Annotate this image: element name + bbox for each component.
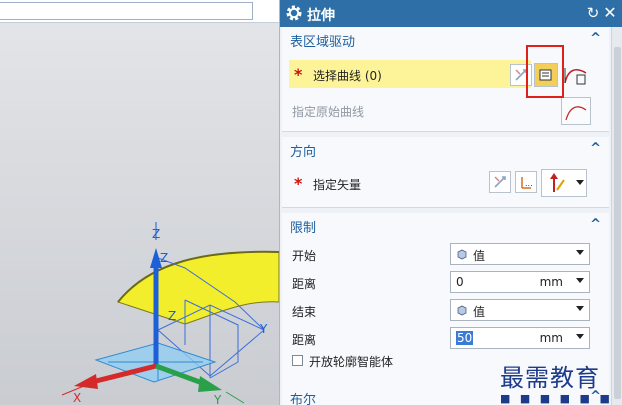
open-profile-label: 开放轮廓智能体 bbox=[309, 355, 394, 369]
graphics-viewport[interactable]: Z Z Y Z X Y bbox=[0, 0, 279, 405]
viewport-input-strip bbox=[0, 2, 253, 20]
gear-icon[interactable] bbox=[285, 4, 303, 22]
end-distance-value: 50 bbox=[456, 331, 474, 345]
dialog-title-bar: 拉伸 ↻ ✕ bbox=[280, 0, 622, 27]
value-icon bbox=[457, 249, 467, 260]
reset-icon[interactable]: ↻ bbox=[585, 4, 601, 22]
close-icon[interactable]: ✕ bbox=[602, 3, 618, 22]
watermark-text: 最需教育 bbox=[500, 364, 600, 392]
end-distance-unit: mm bbox=[539, 331, 563, 345]
x-axis-arrow bbox=[74, 374, 98, 389]
end-distance-input[interactable]: 50 mm bbox=[450, 327, 590, 349]
required-marker: * bbox=[294, 65, 303, 84]
original-curve-icon[interactable] bbox=[561, 97, 591, 125]
viewport-top-bar bbox=[0, 0, 279, 23]
y-axis-arrow bbox=[198, 376, 222, 392]
start-distance-value: 0 bbox=[456, 275, 464, 289]
section-header[interactable]: 方向 ^ bbox=[282, 137, 609, 162]
section-title: 方向 bbox=[290, 145, 317, 160]
scrollbar-thumb[interactable] bbox=[614, 47, 621, 399]
z-label-near: Z bbox=[168, 309, 176, 323]
section-title: 限制 bbox=[290, 221, 317, 236]
start-select[interactable]: 值 bbox=[450, 243, 590, 265]
section-direction: 方向 ^ * 指定矢量 ... bbox=[282, 137, 609, 208]
z-label-mid: Z bbox=[160, 251, 168, 265]
extrude-dialog: 拉伸 ↻ ✕ 表区域驱动 ^ * 选择曲线 (0) 指定原始曲线 方向 ^ * … bbox=[279, 0, 622, 405]
dialog-title: 拉伸 bbox=[307, 8, 335, 24]
y-label-right: Y bbox=[259, 322, 268, 336]
svg-text:...: ... bbox=[525, 179, 533, 188]
dialog-scrollbar[interactable] bbox=[611, 27, 622, 405]
start-label: 开始 bbox=[292, 249, 317, 263]
section-title: 布尔 bbox=[290, 393, 317, 405]
y-label-bottom: Y bbox=[213, 393, 222, 405]
start-distance-input[interactable]: 0 mm bbox=[450, 271, 590, 293]
curve-section-icon[interactable] bbox=[562, 63, 590, 87]
reverse-direction-icon[interactable] bbox=[489, 171, 511, 193]
chevron-down-icon[interactable] bbox=[576, 334, 584, 339]
open-profile-checkbox[interactable] bbox=[292, 355, 303, 366]
z-label-top: Z bbox=[152, 227, 160, 241]
required-marker: * bbox=[294, 174, 303, 193]
end-select[interactable]: 值 bbox=[450, 299, 590, 321]
distance-label: 距离 bbox=[292, 277, 317, 291]
extruded-surface bbox=[117, 251, 279, 325]
distance-label: 距离 bbox=[292, 333, 317, 347]
start-distance-unit: mm bbox=[539, 275, 563, 289]
inferred-vector-dropdown[interactable] bbox=[541, 169, 587, 197]
specify-vector-label: 指定矢量 bbox=[313, 178, 362, 192]
chevron-down-icon bbox=[576, 306, 584, 311]
chevron-down-icon bbox=[576, 250, 584, 255]
section-header[interactable]: 限制 ^ bbox=[282, 213, 609, 238]
vector-dialog-icon[interactable]: ... bbox=[515, 171, 537, 193]
scene-canvas[interactable]: Z Z Y Z X Y bbox=[0, 22, 279, 405]
end-label: 结束 bbox=[292, 305, 317, 319]
watermark-subtext: ■ ■ ■ ■ ■ ■ ■ bbox=[500, 392, 613, 405]
chevron-down-icon[interactable] bbox=[576, 278, 584, 283]
collapse-icon[interactable]: ^ bbox=[590, 31, 601, 46]
highlight-box bbox=[526, 45, 564, 98]
value-icon bbox=[457, 305, 467, 316]
specify-original-curve-label: 指定原始曲线 bbox=[292, 105, 365, 119]
collapse-icon[interactable]: ^ bbox=[590, 217, 601, 232]
collapse-icon[interactable]: ^ bbox=[590, 141, 601, 156]
end-select-value: 值 bbox=[473, 305, 486, 319]
section-title: 表区域驱动 bbox=[290, 35, 356, 50]
start-select-value: 值 bbox=[473, 249, 486, 263]
select-curve-label: 选择曲线 (0) bbox=[313, 69, 382, 83]
x-label-bottom: X bbox=[73, 391, 81, 405]
